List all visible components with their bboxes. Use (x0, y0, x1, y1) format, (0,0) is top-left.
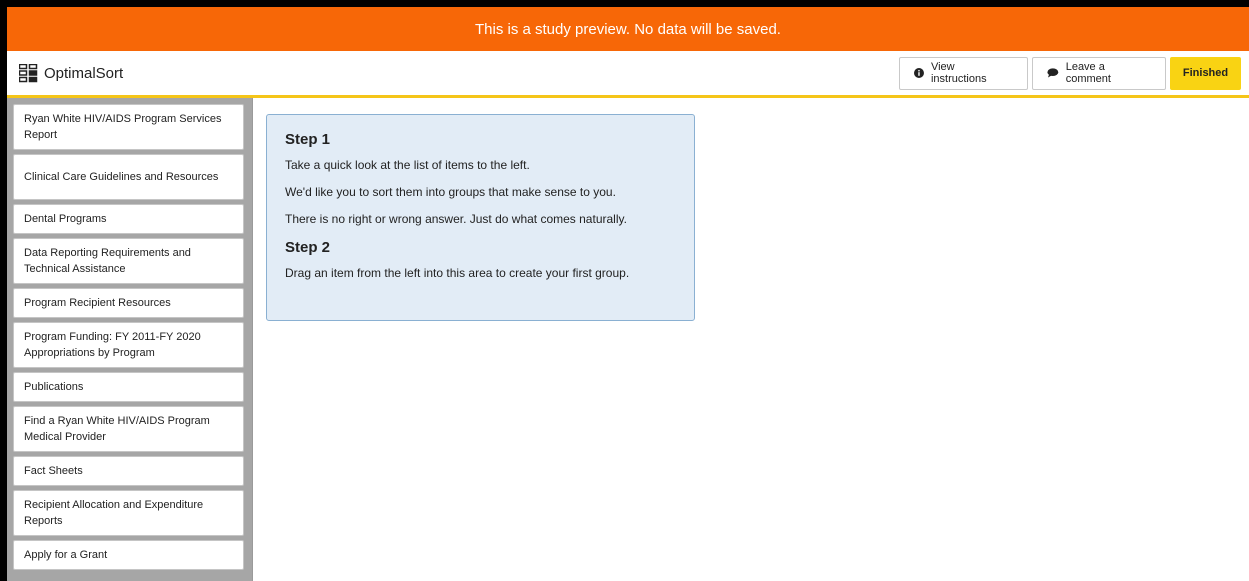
finished-label: Finished (1182, 67, 1229, 79)
card-label: Recipient Allocation and Expenditure Rep… (24, 499, 204, 527)
sorting-area[interactable]: Step 1 Take a quick look at the list of … (253, 98, 1249, 581)
card-label: Program Recipient Resources (24, 297, 171, 309)
preview-banner: This is a study preview. No data will be… (7, 7, 1249, 51)
card-item[interactable]: Ryan White HIV/AIDS Program Services Rep… (13, 104, 244, 150)
leave-comment-label: Leave a comment (1065, 61, 1111, 85)
card-label: Ryan White HIV/AIDS Program Services Rep… (24, 113, 222, 141)
card-label: Publications (24, 381, 84, 393)
card-item[interactable]: Find a Ryan White HIV/AIDS Program Medic… (13, 406, 244, 452)
app-name: OptimalSort (44, 64, 124, 82)
view-instructions-label: View instructions (930, 61, 987, 85)
info-icon (914, 68, 924, 78)
step-2-title: Step 2 (285, 239, 331, 256)
card-label: Program Funding: FY 2011-FY 2020 Appropr… (24, 331, 201, 359)
view-instructions-button[interactable]: View instructions (899, 56, 1028, 90)
card-item[interactable]: Program Recipient Resources (13, 288, 244, 318)
content-area: Ryan White HIV/AIDS Program Services Rep… (7, 98, 1249, 581)
card-label: Data Reporting Requirements and Technica… (24, 247, 191, 275)
app-frame: This is a study preview. No data will be… (7, 7, 1249, 581)
step-1-line: There is no right or wrong answer. Just … (285, 212, 627, 226)
card-list: Ryan White HIV/AIDS Program Services Rep… (7, 98, 253, 581)
optimalsort-logo-icon (19, 63, 38, 82)
finished-button[interactable]: Finished (1170, 56, 1241, 90)
card-label: Clinical Care Guidelines and Resources (24, 171, 219, 183)
card-label: Apply for a Grant (24, 549, 108, 561)
card-label: Find a Ryan White HIV/AIDS Program Medic… (24, 415, 210, 443)
card-item[interactable]: Apply for a Grant (13, 540, 244, 570)
comment-icon (1047, 68, 1059, 78)
card-item[interactable]: Clinical Care Guidelines and Resources (13, 154, 244, 200)
top-actions: View instructions Leave a comment Finish… (899, 56, 1241, 90)
leave-comment-button[interactable]: Leave a comment (1032, 56, 1166, 90)
card-item[interactable]: Program Funding: FY 2011-FY 2020 Appropr… (13, 322, 244, 368)
instructions-panel: Step 1 Take a quick look at the list of … (266, 114, 695, 321)
logo: OptimalSort (19, 63, 124, 83)
step-1-line: We'd like you to sort them into groups t… (285, 185, 616, 199)
card-label: Fact Sheets (24, 465, 83, 477)
card-label: Dental Programs (24, 213, 107, 225)
step-1-line: Take a quick look at the list of items t… (285, 158, 530, 172)
card-item[interactable]: Fact Sheets (13, 456, 244, 486)
card-item[interactable]: Publications (13, 372, 244, 402)
preview-banner-text: This is a study preview. No data will be… (475, 20, 781, 38)
step-2-line: Drag an item from the left into this are… (285, 266, 630, 280)
top-bar: OptimalSort View instructions Leave a co… (7, 51, 1249, 98)
step-1-title: Step 1 (285, 131, 331, 148)
card-item[interactable]: Dental Programs (13, 204, 244, 234)
card-item[interactable]: Data Reporting Requirements and Technica… (13, 238, 244, 284)
card-item[interactable]: Recipient Allocation and Expenditure Rep… (13, 490, 244, 536)
